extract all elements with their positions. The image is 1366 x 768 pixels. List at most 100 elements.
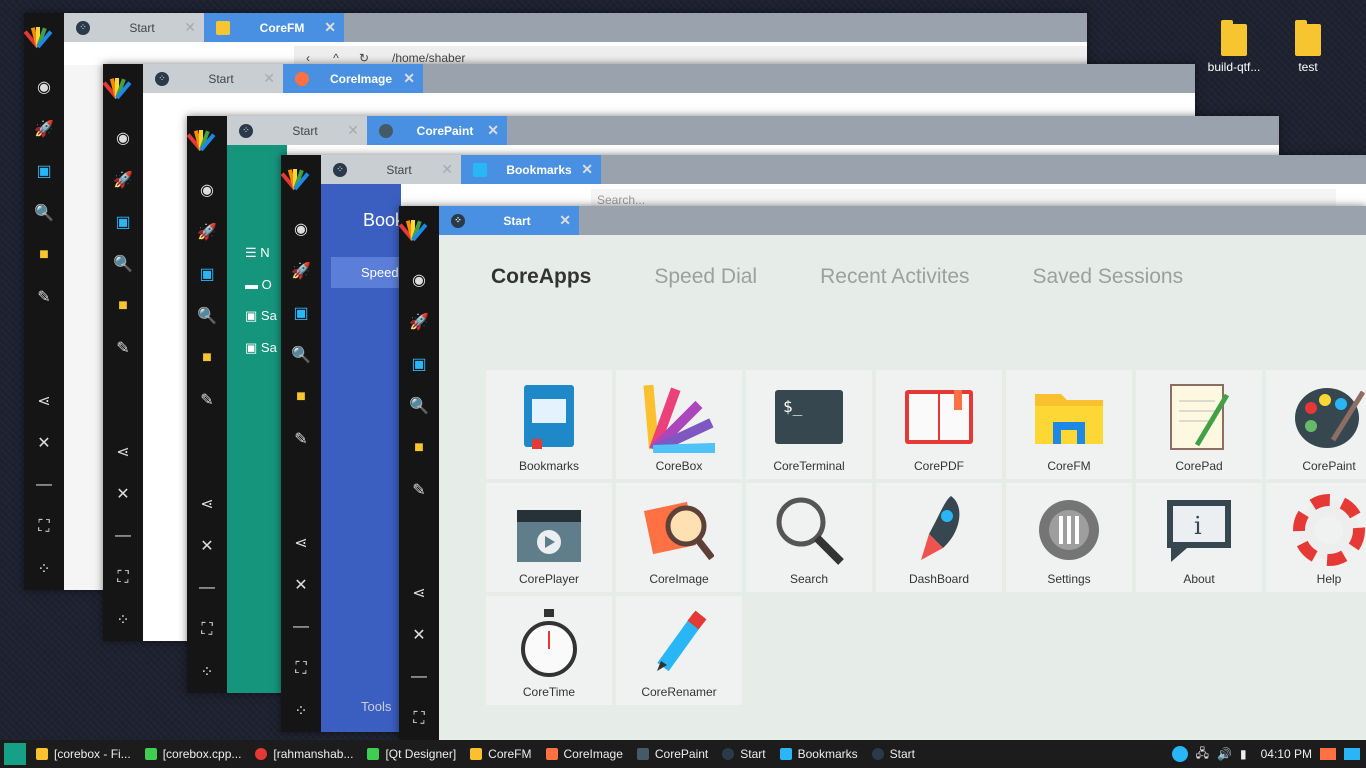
app-bookmarks[interactable]: Bookmarks [486, 370, 612, 479]
notepad-icon[interactable]: ✎ [195, 388, 219, 412]
search-icon[interactable]: 🔍 [195, 304, 219, 328]
notification-icon[interactable] [1171, 746, 1188, 762]
rocket-icon[interactable]: 🚀 [289, 259, 313, 283]
apps-grid-icon[interactable]: ⁘ [111, 608, 135, 632]
task-corefm[interactable]: CoreFM [470, 747, 532, 761]
close-icon[interactable]: ✕ [195, 534, 219, 558]
nav-coreapps[interactable]: CoreApps [491, 265, 591, 289]
app-coreimage[interactable]: CoreImage [616, 483, 742, 592]
dashboard-icon[interactable]: ◉ [111, 126, 135, 150]
minimize-icon[interactable]: — [289, 615, 313, 639]
path-field[interactable]: /home/shaber [392, 51, 465, 65]
refresh-icon[interactable]: ↻ [350, 51, 378, 65]
task-corebox-cpp[interactable]: [corebox.cpp... [144, 747, 241, 761]
app-about[interactable]: i About [1136, 483, 1262, 592]
apps-grid-icon[interactable]: ⁘ [32, 557, 56, 581]
tab-start[interactable]: ⁘ Start ✕ [64, 13, 204, 42]
desktop-icon-test[interactable]: test [1276, 20, 1340, 74]
app-corebox[interactable]: CoreBox [616, 370, 742, 479]
tab-coreimage[interactable]: CoreImage ✕ [283, 64, 423, 93]
close-tab-icon[interactable]: ✕ [347, 122, 359, 139]
task-start-1[interactable]: Start [722, 747, 766, 761]
tab-start[interactable]: ⁘ Start ✕ [439, 206, 579, 235]
dashboard-icon[interactable]: ◉ [407, 268, 431, 292]
tab-bookmarks[interactable]: Bookmarks ✕ [461, 155, 601, 184]
close-tab-icon[interactable]: ✕ [324, 19, 336, 36]
task-qt-designer[interactable]: [Qt Designer] [367, 747, 456, 761]
nav-recent-activities[interactable]: Recent Activites [820, 265, 969, 289]
tab-start[interactable]: ⁘ Start ✕ [321, 155, 461, 184]
dashboard-icon[interactable]: ◉ [289, 217, 313, 241]
folder-icon[interactable]: ■ [32, 243, 56, 267]
minimize-icon[interactable]: — [407, 665, 431, 689]
app-corefm[interactable]: CoreFM [1006, 370, 1132, 479]
task-start-2[interactable]: Start [871, 747, 915, 761]
task-coreimage[interactable]: CoreImage [545, 747, 623, 761]
share-icon[interactable]: ⋖ [195, 492, 219, 516]
desktop-icon-build[interactable]: build-qtf... [1202, 20, 1266, 74]
minimize-icon[interactable]: — [111, 524, 135, 548]
tab-start[interactable]: ⁘ Start ✕ [143, 64, 283, 93]
maximize-icon[interactable]: ⛶ [289, 657, 313, 681]
share-icon[interactable]: ⋖ [111, 440, 135, 464]
app-dashboard[interactable]: DashBoard [876, 483, 1002, 592]
clock[interactable]: 04:10 PM [1261, 747, 1312, 761]
bookmarks-icon[interactable]: ▣ [289, 301, 313, 325]
app-corepdf[interactable]: CorePDF [876, 370, 1002, 479]
workspace-icon[interactable] [1344, 748, 1360, 760]
show-desktop-icon[interactable] [1320, 748, 1336, 760]
folder-icon[interactable]: ■ [195, 346, 219, 370]
tools-button[interactable]: Tools [361, 699, 391, 714]
bookmarks-icon[interactable]: ▣ [407, 352, 431, 376]
tab-start[interactable]: ⁘ Start ✕ [227, 116, 367, 145]
rocket-icon[interactable]: 🚀 [111, 168, 135, 192]
apps-grid-icon[interactable]: ⁘ [289, 699, 313, 723]
dashboard-icon[interactable]: ◉ [32, 75, 56, 99]
minimize-icon[interactable]: — [195, 576, 219, 600]
maximize-icon[interactable]: ⛶ [407, 707, 431, 731]
close-tab-icon[interactable]: ✕ [403, 70, 415, 87]
close-tab-icon[interactable]: ✕ [263, 70, 275, 87]
volume-icon[interactable]: 🔊 [1217, 747, 1232, 761]
apps-grid-icon[interactable]: ⁘ [195, 660, 219, 684]
task-browser[interactable]: [rahmanshab... [255, 747, 353, 761]
search-icon[interactable]: 🔍 [32, 201, 56, 225]
app-corepad[interactable]: CorePad [1136, 370, 1262, 479]
close-icon[interactable]: ✕ [407, 623, 431, 647]
maximize-icon[interactable]: ⛶ [111, 566, 135, 590]
app-settings[interactable]: Settings [1006, 483, 1132, 592]
app-coreplayer[interactable]: CorePlayer [486, 483, 612, 592]
close-tab-icon[interactable]: ✕ [559, 212, 571, 229]
share-icon[interactable]: ⋖ [289, 531, 313, 555]
minimize-icon[interactable]: — [32, 473, 56, 497]
share-icon[interactable]: ⋖ [32, 389, 56, 413]
rocket-icon[interactable]: 🚀 [407, 310, 431, 334]
bookmarks-icon[interactable]: ▣ [111, 210, 135, 234]
share-icon[interactable]: ⋖ [407, 581, 431, 605]
app-corerenamer[interactable]: CoreRenamer [616, 596, 742, 705]
maximize-icon[interactable]: ⛶ [32, 515, 56, 539]
rocket-icon[interactable]: 🚀 [32, 117, 56, 141]
app-help[interactable]: Help [1266, 483, 1366, 592]
notepad-icon[interactable]: ✎ [289, 427, 313, 451]
close-tab-icon[interactable]: ✕ [487, 122, 499, 139]
task-corebox-files[interactable]: [corebox - Fi... [36, 747, 131, 761]
nav-saved-sessions[interactable]: Saved Sessions [1033, 265, 1184, 289]
folder-icon[interactable]: ■ [407, 436, 431, 460]
network-icon[interactable]: 🖧 [1196, 744, 1209, 765]
nav-speed-dial[interactable]: Speed Dial [654, 265, 757, 289]
app-coretime[interactable]: CoreTime [486, 596, 612, 705]
battery-icon[interactable]: ▮ [1240, 747, 1247, 761]
dashboard-icon[interactable]: ◉ [195, 178, 219, 202]
app-search[interactable]: Search [746, 483, 872, 592]
tab-corefm[interactable]: CoreFM ✕ [204, 13, 344, 42]
sidebar-item-speed-dial[interactable]: Speed [331, 257, 401, 288]
notepad-icon[interactable]: ✎ [111, 336, 135, 360]
up-icon[interactable]: ^ [322, 51, 350, 65]
rocket-icon[interactable]: 🚀 [195, 220, 219, 244]
close-icon[interactable]: ✕ [32, 431, 56, 455]
start-menu-icon[interactable] [4, 743, 26, 765]
close-icon[interactable]: ✕ [111, 482, 135, 506]
back-icon[interactable]: ‹ [294, 51, 322, 65]
close-icon[interactable]: ✕ [289, 573, 313, 597]
